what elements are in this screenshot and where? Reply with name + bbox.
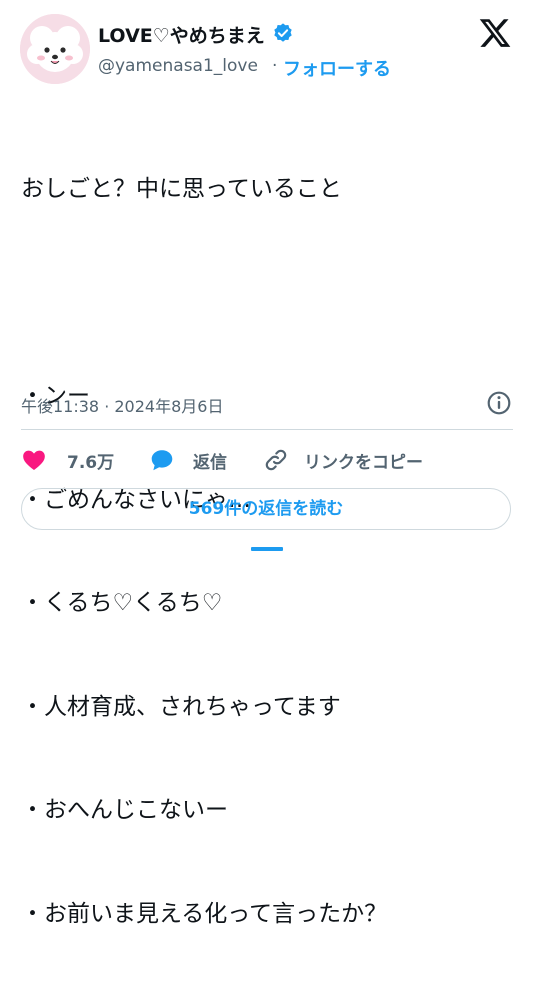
verified-badge-icon bbox=[274, 23, 292, 42]
tweet-line: ・人材育成、されちゃってます bbox=[21, 693, 341, 720]
like-button[interactable]: 7.6万 bbox=[21, 445, 121, 475]
tweet-line: ・おへんじこないー bbox=[21, 797, 228, 823]
author-handle[interactable]: @yamenasa1_love bbox=[98, 56, 258, 76]
speech-bubble-icon bbox=[151, 450, 173, 471]
author-display-name[interactable]: LOVE♡やめちまえ bbox=[98, 21, 265, 48]
handle-separator: · bbox=[272, 56, 278, 76]
tweet-line bbox=[21, 276, 387, 311]
copy-link-label: リンクをコピー bbox=[304, 453, 423, 473]
x-logo-icon[interactable] bbox=[478, 16, 512, 50]
tweet-text: おしごと？中に思っていること ・ンー ・ごめんなさいにゃ… ・くるち♡くるち♡ … bbox=[21, 103, 387, 1000]
tweet-line: ・くるち♡くるち♡ bbox=[21, 590, 223, 616]
heart-icon bbox=[23, 450, 45, 470]
reply-label: 返信 bbox=[193, 453, 227, 473]
divider bbox=[21, 429, 513, 430]
tweet-line: おしごと？中に思っていること bbox=[21, 176, 342, 202]
link-icon bbox=[265, 449, 287, 471]
scroll-indicator bbox=[251, 547, 283, 551]
follow-button[interactable]: フォローする bbox=[283, 55, 391, 81]
info-icon[interactable] bbox=[486, 390, 512, 416]
author-avatar[interactable] bbox=[20, 14, 90, 84]
tweet-line: ・お前いま見える化って言ったか？ bbox=[21, 900, 388, 927]
like-count: 7.6万 bbox=[67, 453, 115, 473]
reply-button[interactable]: 返信 bbox=[149, 445, 249, 475]
dog-avatar-icon bbox=[20, 14, 90, 84]
tweet-timestamp[interactable]: 午後11:38 · 2024年8月6日 bbox=[21, 393, 223, 417]
tweet-card: LOVE♡やめちまえ @yamenasa1_love · フォローする おしごと… bbox=[0, 0, 534, 927]
read-replies-button[interactable]: 569件の返信を読む bbox=[21, 488, 511, 530]
copy-link-button[interactable]: リンクをコピー bbox=[263, 445, 463, 475]
